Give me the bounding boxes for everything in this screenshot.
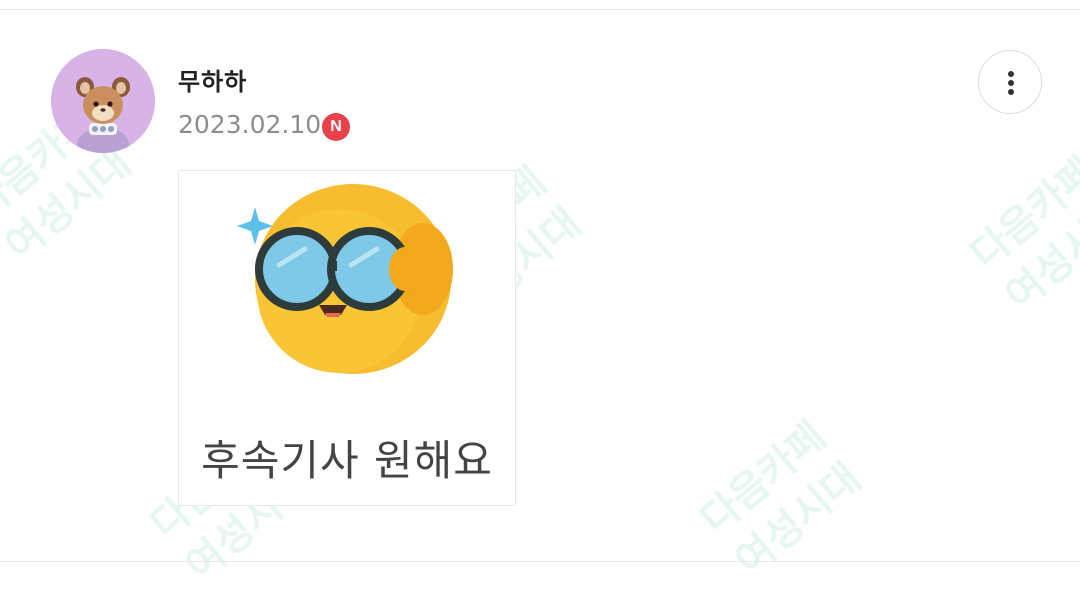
avatar[interactable] (51, 49, 155, 153)
top-divider (0, 9, 1080, 10)
watermark-line: 여성시대 (727, 454, 870, 585)
rabbit-plush-avatar-icon (51, 49, 155, 153)
new-badge: N (322, 113, 350, 141)
sticker-image: 후속기사 원해요 (178, 170, 516, 506)
watermark-line: 여성시대 (0, 139, 140, 270)
post-date: 2023.02.10 (178, 110, 322, 139)
glasses-emoji-icon (237, 184, 453, 374)
watermark-line: 다음카페 (962, 148, 1080, 279)
author-name[interactable]: 무하하 (178, 62, 247, 97)
watermark-line: 여성시대 (997, 189, 1080, 320)
watermark: 다음카페 여성시대 (960, 145, 1080, 322)
sticker-caption: 후속기사 원해요 (201, 436, 493, 485)
bottom-divider (0, 561, 1080, 562)
more-options-button[interactable] (978, 50, 1042, 114)
watermark-line: 다음카페 (692, 413, 835, 544)
